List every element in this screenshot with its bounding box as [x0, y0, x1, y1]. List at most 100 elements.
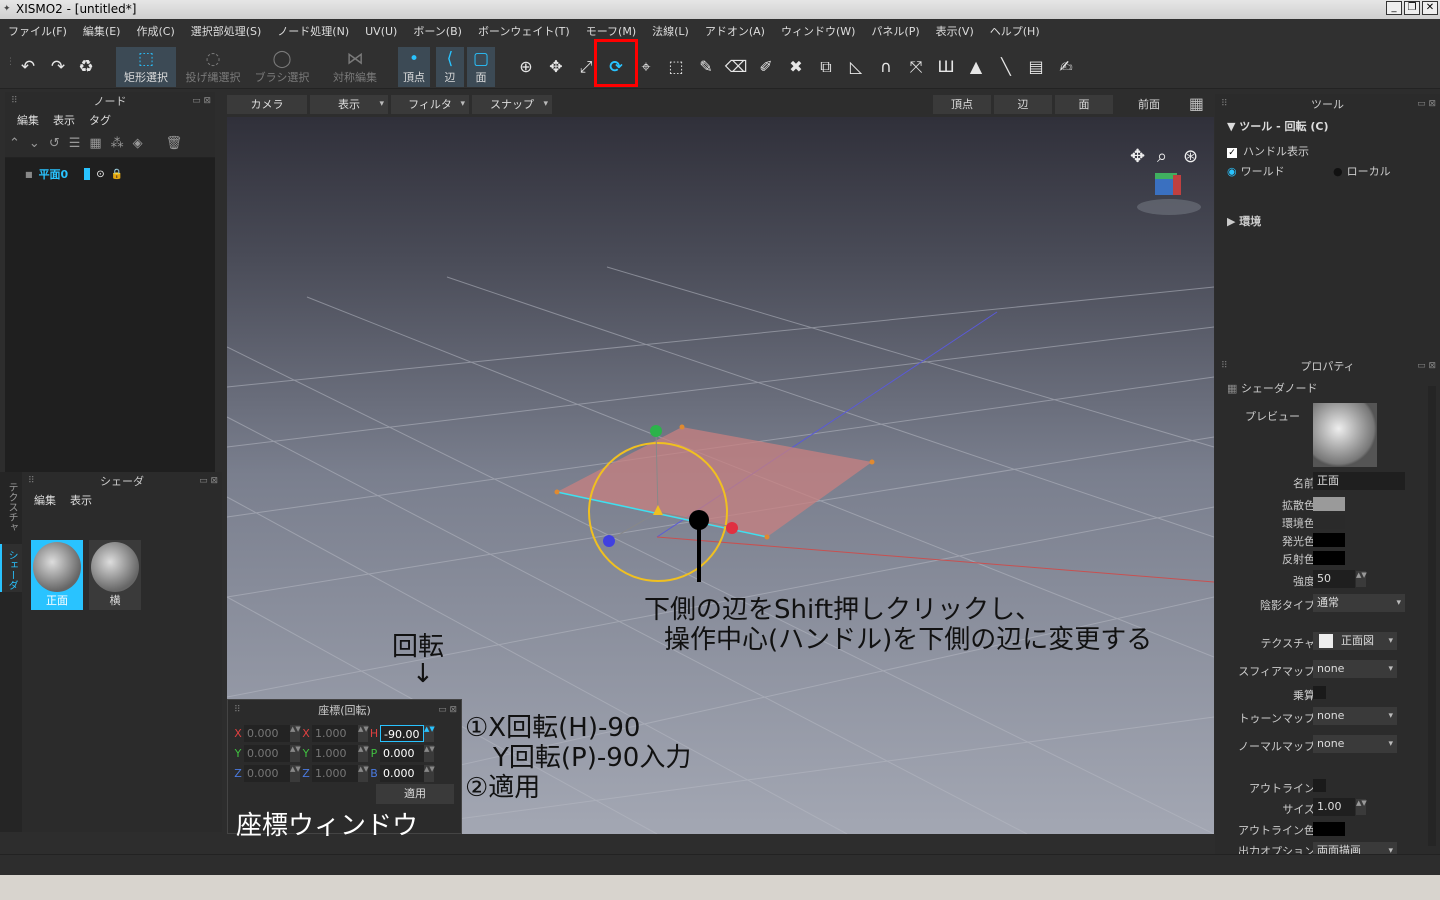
panel-buttons-icon[interactable]: ▭ ⊠ [192, 96, 211, 106]
emissive-swatch[interactable] [1313, 533, 1345, 547]
rotate-h-field[interactable]: -90.00 [380, 724, 424, 742]
node-item[interactable]: ■ 平面0 ⊙ 🔒 [25, 166, 123, 182]
sphere-dropdown[interactable]: none [1313, 660, 1397, 678]
strength-field[interactable]: 50 [1313, 570, 1355, 588]
ambient-swatch[interactable] [1313, 515, 1345, 529]
eye-icon[interactable]: ⊙ [96, 169, 104, 180]
y-axis-handle[interactable] [650, 425, 662, 437]
pos-x-field[interactable]: 0.000 [244, 724, 290, 742]
tool-section[interactable]: ▼ ツール - 回転 (C) [1227, 118, 1328, 134]
vertex-mode-button[interactable]: • 頂点 [398, 47, 430, 87]
redo-button[interactable]: ↷ [46, 47, 70, 87]
outline-size-field[interactable]: 1.00 [1313, 798, 1355, 816]
split-icon[interactable]: ✖ [784, 55, 808, 79]
panel-buttons-icon[interactable]: ▭ ⊠ [199, 476, 218, 486]
camera-button[interactable]: カメラ [227, 95, 307, 114]
apply-button[interactable]: 適用 [376, 784, 454, 804]
shader-thumb-front[interactable]: 正面 [31, 540, 83, 610]
node-menu-tag[interactable]: タグ [89, 112, 111, 128]
snap-dropdown[interactable]: スナップ [472, 95, 552, 114]
bevel-icon[interactable]: ◺ [844, 55, 868, 79]
vp-edge-button[interactable]: 辺 [994, 95, 1052, 114]
face-mode-button[interactable]: ▢ 面 [467, 47, 495, 87]
menu-edit[interactable]: 編集(E) [83, 23, 121, 39]
list-icon[interactable]: ☰ [69, 136, 81, 151]
bridge-icon[interactable]: Ш [934, 55, 958, 79]
rotate-p-field[interactable]: 0.000 [380, 744, 424, 762]
shading-dropdown[interactable]: 通常 [1313, 594, 1405, 612]
menu-view[interactable]: 表示(V) [936, 23, 974, 39]
menu-file[interactable]: ファイル(F) [8, 23, 67, 39]
menu-normal[interactable]: 法線(L) [652, 23, 689, 39]
menu-panel[interactable]: パネル(P) [871, 23, 919, 39]
grid-icon[interactable]: ▦ [89, 136, 101, 151]
filter-dropdown[interactable]: フィルタ [391, 95, 469, 114]
menu-morph[interactable]: モーフ(M) [586, 23, 636, 39]
spinner-icon[interactable]: ▲▼ [290, 764, 301, 782]
toon-dropdown[interactable]: none [1313, 707, 1397, 725]
lasso-select-button[interactable]: ◌ 投げ縄選択 [183, 47, 243, 87]
world-radio[interactable]: ◉ ワールド [1227, 163, 1285, 179]
z-axis-handle[interactable] [603, 535, 615, 547]
edge-mode-button[interactable]: ⟨ 辺 [436, 47, 464, 87]
lock-icon[interactable]: 🔒 [111, 169, 123, 180]
menu-window[interactable]: ウィンドウ(W) [781, 23, 855, 39]
spinner-icon[interactable]: ▲▼ [358, 724, 369, 742]
restore-button[interactable]: ❐ [1404, 1, 1420, 15]
node-menu-view[interactable]: 表示 [53, 112, 75, 128]
cube-icon[interactable]: ◈ [133, 136, 143, 151]
panel-buttons-icon[interactable]: ▭ ⊠ [438, 705, 457, 715]
spinner-icon[interactable]: ▲▼ [358, 744, 369, 762]
spinner-icon[interactable]: ▲▼ [424, 724, 435, 742]
scale-x-field[interactable]: 1.000 [312, 724, 358, 742]
handle-display-checkbox[interactable]: ✓ ハンドル表示 [1227, 143, 1309, 159]
shader-menu-edit[interactable]: 編集 [34, 492, 56, 508]
merge-icon[interactable]: ⤧ [904, 55, 928, 79]
pos-y-field[interactable]: 0.000 [244, 744, 290, 762]
plane-mesh[interactable] [557, 427, 872, 537]
menu-bone[interactable]: ボーン(B) [413, 23, 462, 39]
spinner-icon[interactable]: ▲▼ [424, 764, 435, 782]
x-axis-handle[interactable] [726, 522, 738, 534]
pos-z-field[interactable]: 0.000 [244, 764, 290, 782]
shader-menu-view[interactable]: 表示 [70, 492, 92, 508]
display-dropdown[interactable]: 表示 [310, 95, 388, 114]
view-direction-label[interactable]: 前面 [1116, 95, 1182, 114]
spinner-icon[interactable]: ▲▼ [290, 724, 301, 742]
scale-z-field[interactable]: 1.000 [312, 764, 358, 782]
close-button[interactable]: ✕ [1422, 1, 1438, 15]
normal-dropdown[interactable]: none [1313, 735, 1397, 753]
vp-face-button[interactable]: 面 [1055, 95, 1113, 114]
arch-icon[interactable]: ∩ [874, 55, 898, 79]
reflect-swatch[interactable] [1313, 551, 1345, 565]
property-scrollbar[interactable] [1428, 386, 1436, 846]
rect-select-button[interactable]: ⬚ 矩形選択 [116, 47, 176, 87]
outline-color-swatch[interactable] [1313, 822, 1345, 836]
box-icon[interactable]: ⧉ [814, 55, 838, 79]
undo-button[interactable]: ↶ [16, 47, 40, 87]
move-icon[interactable]: ✥ [544, 55, 568, 79]
local-radio[interactable]: ● ローカル [1333, 163, 1391, 179]
shader-thumb-side[interactable]: 横 [89, 540, 141, 610]
marquee-icon[interactable]: ⬚ [664, 55, 688, 79]
spinner-icon[interactable]: ▲▼ [290, 744, 301, 762]
node-menu-edit[interactable]: 編集 [17, 112, 39, 128]
bag-icon[interactable]: ▲ [964, 55, 988, 79]
shader-side-tab[interactable]: シェーダ [4, 550, 19, 590]
eraser-icon[interactable]: ⌫ [724, 55, 748, 79]
output-dropdown[interactable]: 両面描画 [1313, 842, 1397, 854]
group-icon[interactable]: ⁂ [111, 136, 124, 151]
spinner-icon[interactable]: ▲▼ [1356, 571, 1367, 587]
environment-section[interactable]: ▶ 環境 [1227, 213, 1261, 229]
name-field[interactable]: 正面 [1313, 472, 1405, 490]
menu-selection[interactable]: 選択部処理(S) [191, 23, 262, 39]
reset-button[interactable]: ♻ [74, 47, 98, 87]
panel-buttons-icon[interactable]: ▭ ⊠ [1417, 361, 1436, 371]
nav-gizmo[interactable]: ✥ ⌕ ⊛ [1130, 146, 1201, 215]
outline-checkbox[interactable] [1313, 779, 1326, 792]
spinner-icon[interactable]: ▲▼ [424, 744, 435, 762]
view-cube-icon[interactable]: ▦ [1189, 94, 1204, 113]
minimize-button[interactable]: _ [1386, 1, 1402, 15]
down-icon[interactable]: ⌄ [29, 136, 40, 151]
up-icon[interactable]: ⌃ [9, 136, 20, 151]
